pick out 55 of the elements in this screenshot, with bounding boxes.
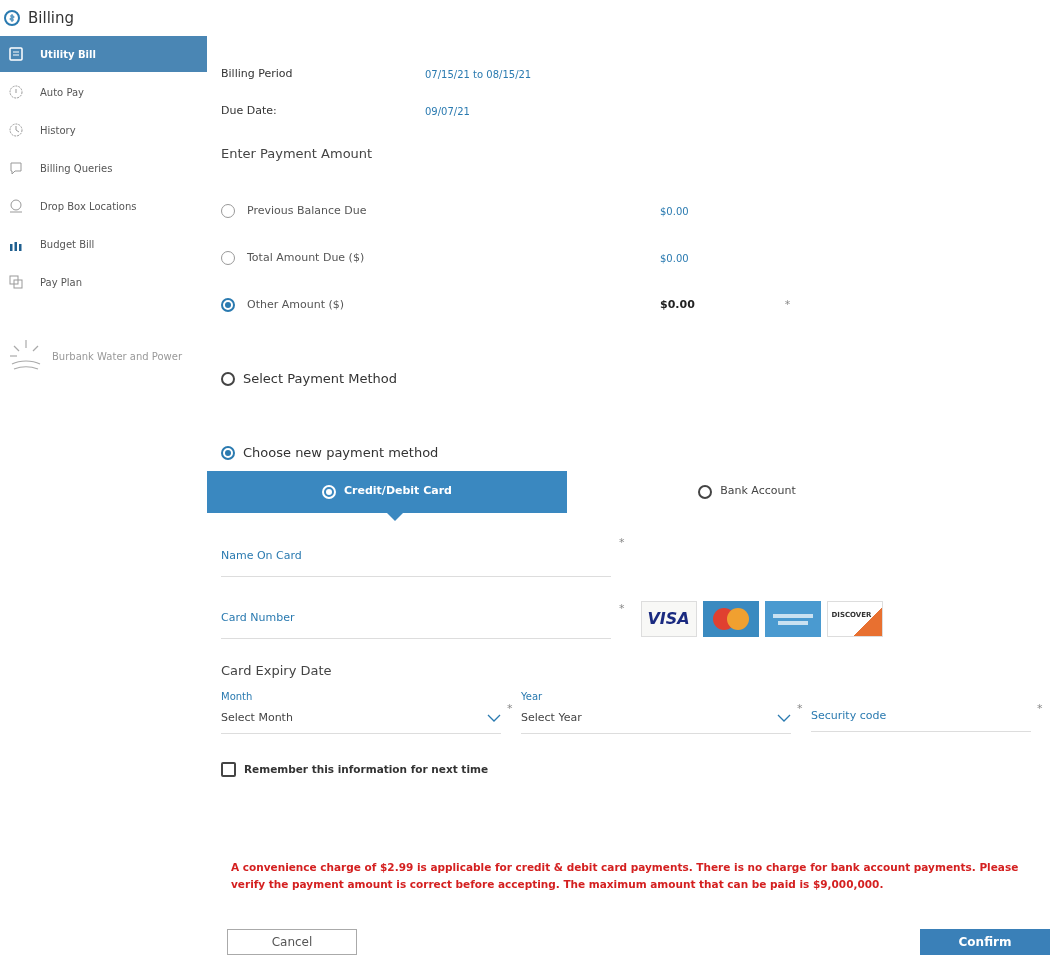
sidebar-item[interactable]: History [0,112,207,148]
visa-logo: VISA [640,601,697,637]
required-mark: * [507,700,514,717]
month-dropdown[interactable]: Select Month [221,703,501,734]
card-number-field[interactable]: Card Number [221,599,611,639]
checkbox[interactable] [221,761,236,777]
section-heading: Enter Payment Amount [221,145,374,163]
option-label: Select Payment Method [243,369,398,388]
detail-value: 09/07/21 [425,105,470,119]
required-mark: * [619,534,625,551]
option-label: Other Amount ($) [247,296,346,313]
required-mark: * [797,700,804,717]
amount-value: $0.00 [660,204,689,219]
sidebar-item[interactable]: Drop Box Locations [0,188,207,224]
speech-bubble-icon [8,160,24,176]
required-mark: * [784,296,791,313]
amount-value: $0.00 [660,251,689,266]
confirm-button[interactable]: Confirm [920,929,1050,956]
sidebar-item[interactable]: Auto Pay [0,74,207,110]
cancel-button[interactable]: Cancel [227,929,357,956]
sidebar-item[interactable]: Utility Bill [0,36,207,72]
tab-pointer-icon [387,512,403,521]
option-label: Total Amount Due ($) [247,249,366,266]
sidebar-item[interactable]: Billing Queries [0,150,207,186]
sidebar-item[interactable]: Pay Plan [0,264,207,300]
radio-button[interactable] [221,371,235,386]
security-code-field[interactable]: Security code [811,701,1031,732]
amount-value: $0.00 [660,296,695,313]
notice-text: A convenience charge of $2.99 is applicable for credit & debit card payments. There is no charge for bank account payments. Please verify the payment amount is correct before accepting. The maximum amount that can be paid is $9,000,000. [230,860,1020,893]
detail-value: 07/15/21 to 08/15/21 [425,68,532,82]
card-circles-icon [702,601,759,637]
radio-button[interactable] [221,298,235,312]
checkbox-label: Remember this information for next time [244,761,489,777]
brand-name: Burbank Water and Power [52,349,183,364]
field-label: Month [221,689,254,704]
sidebar-item[interactable]: Budget Bill [0,226,207,262]
chevron-down-icon [777,714,791,722]
required-mark: * [1037,700,1044,717]
option-label: Previous Balance Due [247,202,368,219]
option-label: Choose new payment method [243,443,439,462]
billing-icon [4,10,20,26]
detail-label: Billing Period [221,66,294,83]
field-label: Year [521,689,544,704]
radio-button[interactable] [221,445,235,460]
page-title: Billing [28,7,74,29]
chevron-down-icon [487,714,501,722]
clock-icon [8,122,24,138]
year-dropdown[interactable]: Select Year [521,703,791,734]
payment-method-tab[interactable]: Credit/Debit Card [207,470,567,513]
card-logo-icon [764,601,821,637]
section-heading: Card Expiry Date [221,662,333,680]
bill-icon [8,46,24,62]
detail-label: Due Date: [221,103,278,120]
name-on-card-field[interactable]: Name On Card [221,537,611,577]
required-mark: * [619,600,625,617]
